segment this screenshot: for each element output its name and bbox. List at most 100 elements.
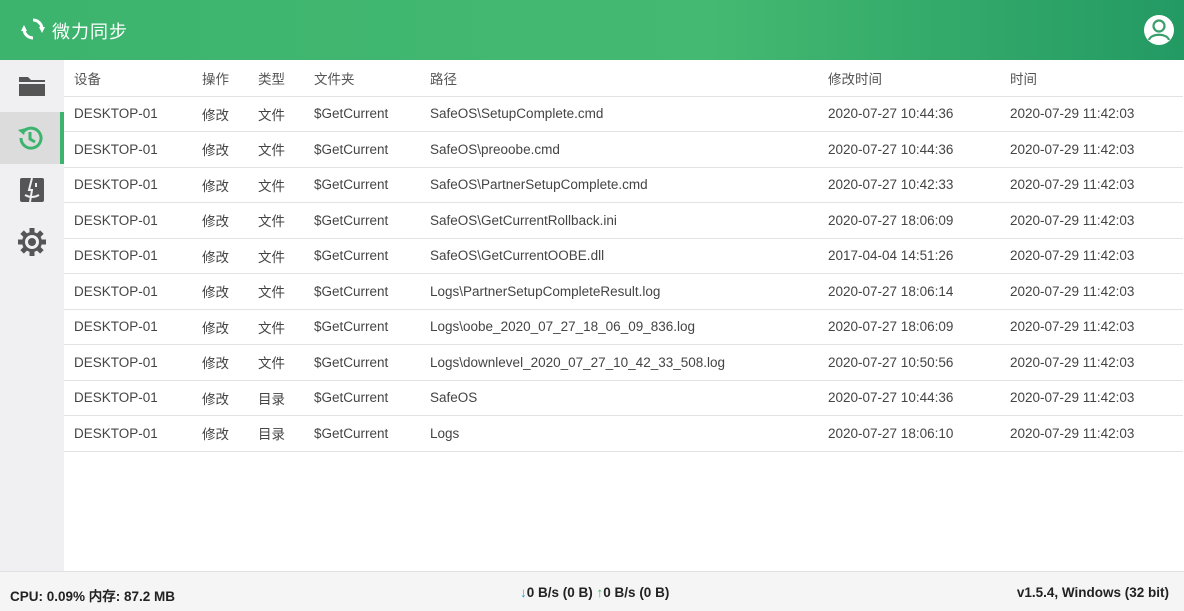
cell-type: 文件 (248, 344, 304, 381)
history-icon (18, 126, 43, 150)
cell-action: 修改 (192, 344, 248, 381)
cell-time: 2020-07-29 11:42:03 (1000, 96, 1183, 132)
cell-modified-time: 2020-07-27 10:50:56 (818, 344, 1000, 381)
cell-device: DESKTOP-01 (64, 273, 192, 310)
cell-time: 2020-07-29 11:42:03 (1000, 238, 1183, 274)
cell-folder: $GetCurrent (304, 167, 420, 203)
download-arrow-icon: ↓ (520, 585, 527, 600)
cell-action: 修改 (192, 415, 248, 452)
cell-type: 文件 (248, 238, 304, 274)
cell-type: 文件 (248, 96, 304, 132)
cell-folder: $GetCurrent (304, 96, 420, 132)
cell-type: 目录 (248, 415, 304, 452)
cell-modified-time: 2020-07-27 10:44:36 (818, 380, 1000, 416)
app-title: 微力同步 (52, 22, 128, 43)
cell-action: 修改 (192, 380, 248, 416)
table-row[interactable]: DESKTOP-01 修改 文件 $GetCurrent SafeOS\GetCurre… (64, 238, 1183, 274)
cell-path: Logs\PartnerSetupCompleteResult.log (420, 273, 818, 310)
sidebar-item-devices[interactable] (0, 164, 64, 216)
sidebar-item-folders[interactable] (0, 60, 64, 112)
transfer-rate-status: ↓0 B/s (0 B) ↑0 B/s (0 B) (520, 585, 669, 600)
cell-time: 2020-07-29 11:42:03 (1000, 380, 1183, 416)
cell-modified-time: 2020-07-27 18:06:09 (818, 309, 1000, 345)
cell-device: DESKTOP-01 (64, 96, 192, 132)
cell-device: DESKTOP-01 (64, 167, 192, 203)
cell-time: 2020-07-29 11:42:03 (1000, 344, 1183, 381)
table-row[interactable]: DESKTOP-01 修改 文件 $GetCurrent Logs\PartnerSet… (64, 273, 1183, 310)
cell-modified-time: 2017-04-04 14:51:26 (818, 238, 1000, 274)
cell-type: 文件 (248, 273, 304, 310)
sidebar-item-history[interactable] (0, 112, 64, 164)
download-rate: 0 B/s (0 B) (526, 585, 593, 600)
cell-device: DESKTOP-01 (64, 131, 192, 168)
user-avatar-icon[interactable] (1143, 14, 1175, 46)
cell-time: 2020-07-29 11:42:03 (1000, 273, 1183, 310)
cell-path: Logs (420, 415, 818, 452)
cell-action: 修改 (192, 131, 248, 168)
cell-modified-time: 2020-07-27 18:06:10 (818, 415, 1000, 452)
status-bar: CPU: 0.09% 内存: 87.2 MB ↓0 B/s (0 B) ↑0 B… (0, 571, 1184, 611)
cell-path: SafeOS\GetCurrentOOBE.dll (420, 238, 818, 274)
table-row[interactable]: DESKTOP-01 修改 目录 $GetCurrent Logs 2020-07-27 … (64, 415, 1183, 452)
cell-folder: $GetCurrent (304, 309, 420, 345)
column-header-time[interactable]: 时间 (1000, 60, 1183, 97)
cell-path: Logs\oobe_2020_07_27_18_06_09_836.log (420, 309, 818, 345)
table-row[interactable]: DESKTOP-01 修改 文件 $GetCurrent SafeOS\GetCurre… (64, 202, 1183, 239)
cell-folder: $GetCurrent (304, 344, 420, 381)
sidebar (0, 60, 64, 571)
cell-device: DESKTOP-01 (64, 415, 192, 452)
cell-folder: $GetCurrent (304, 131, 420, 168)
cell-path: SafeOS (420, 380, 818, 416)
cell-time: 2020-07-29 11:42:03 (1000, 131, 1183, 168)
history-table: 设备 操作 类型 文件夹 路径 修改时间 时间 DESKTOP-01 修改 文件 $G… (64, 60, 1183, 452)
cell-device: DESKTOP-01 (64, 344, 192, 381)
column-header-path[interactable]: 路径 (420, 60, 818, 97)
cell-device: DESKTOP-01 (64, 238, 192, 274)
cell-path: SafeOS\SetupComplete.cmd (420, 96, 818, 132)
table-row[interactable]: DESKTOP-01 修改 文件 $GetCurrent SafeOS\SetupCom… (64, 96, 1183, 132)
column-header-modified-time[interactable]: 修改时间 (818, 60, 1000, 97)
table-row[interactable]: DESKTOP-01 修改 文件 $GetCurrent SafeOS\PartnerS… (64, 167, 1183, 203)
cell-time: 2020-07-29 11:42:03 (1000, 202, 1183, 239)
cell-modified-time: 2020-07-27 18:06:14 (818, 273, 1000, 310)
cell-type: 文件 (248, 167, 304, 203)
table-row[interactable]: DESKTOP-01 修改 文件 $GetCurrent Logs\downlevel_… (64, 344, 1183, 381)
cell-folder: $GetCurrent (304, 415, 420, 452)
cell-type: 文件 (248, 131, 304, 168)
version-info: v1.5.4, Windows (32 bit) (1016, 585, 1169, 600)
cell-action: 修改 (192, 273, 248, 310)
column-header-action[interactable]: 操作 (192, 60, 248, 97)
upload-rate: 0 B/s (0 B) (603, 585, 670, 600)
cell-time: 2020-07-29 11:42:03 (1000, 415, 1183, 452)
app-header: 微力同步 (0, 0, 1184, 60)
cell-type: 文件 (248, 309, 304, 345)
cell-type: 文件 (248, 202, 304, 239)
cell-folder: $GetCurrent (304, 238, 420, 274)
cpu-memory-status: CPU: 0.09% 内存: 87.2 MB (10, 589, 176, 604)
cell-action: 修改 (192, 167, 248, 203)
table-header-row: 设备 操作 类型 文件夹 路径 修改时间 时间 (64, 60, 1183, 97)
history-panel: 设备 操作 类型 文件夹 路径 修改时间 时间 DESKTOP-01 修改 文件 $G… (64, 60, 1184, 571)
cell-time: 2020-07-29 11:42:03 (1000, 167, 1183, 203)
cell-path: Logs\downlevel_2020_07_27_10_42_33_508.l… (420, 344, 818, 381)
cell-path: SafeOS\PartnerSetupComplete.cmd (420, 167, 818, 203)
cell-modified-time: 2020-07-27 10:42:33 (818, 167, 1000, 203)
sidebar-item-settings[interactable] (0, 216, 64, 268)
cell-action: 修改 (192, 202, 248, 239)
column-header-type[interactable]: 类型 (248, 60, 304, 97)
column-header-device[interactable]: 设备 (64, 60, 192, 97)
cell-device: DESKTOP-01 (64, 202, 192, 239)
cell-path: SafeOS\GetCurrentRollback.ini (420, 202, 818, 239)
cell-type: 目录 (248, 380, 304, 416)
table-row[interactable]: DESKTOP-01 修改 文件 $GetCurrent SafeOS\preoobe.… (64, 131, 1183, 168)
cell-action: 修改 (192, 238, 248, 274)
cell-device: DESKTOP-01 (64, 380, 192, 416)
column-header-folder[interactable]: 文件夹 (304, 60, 420, 97)
cell-action: 修改 (192, 309, 248, 345)
cell-folder: $GetCurrent (304, 273, 420, 310)
cell-modified-time: 2020-07-27 10:44:36 (818, 96, 1000, 132)
table-row[interactable]: DESKTOP-01 修改 文件 $GetCurrent Logs\oobe_2020_… (64, 309, 1183, 345)
table-row[interactable]: DESKTOP-01 修改 目录 $GetCurrent SafeOS 2020-07-2… (64, 380, 1183, 416)
cell-action: 修改 (192, 96, 248, 132)
cell-folder: $GetCurrent (304, 380, 420, 416)
